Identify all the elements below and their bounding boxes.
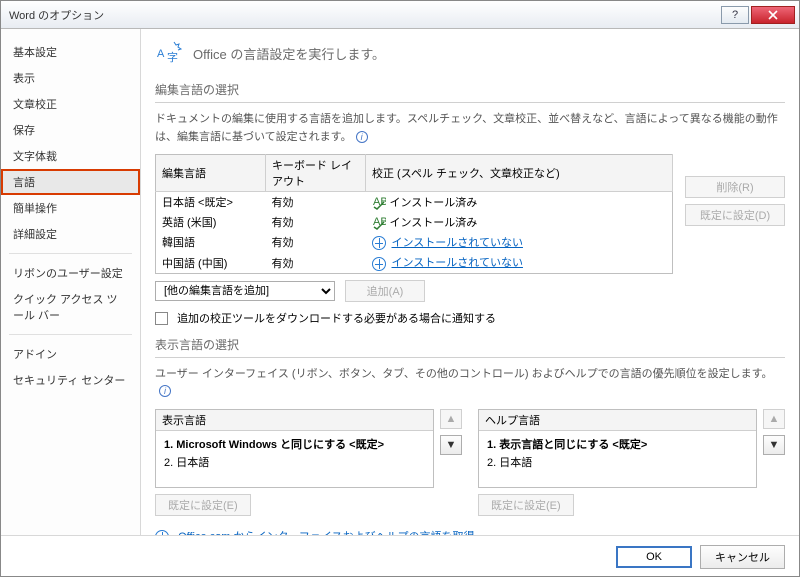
set-default-help-button[interactable]: 既定に設定(E) (478, 494, 574, 516)
globe-icon (372, 257, 386, 271)
notify-checkbox[interactable] (155, 312, 168, 325)
language-priority-item[interactable]: 1. Microsoft Windows と同じにする <既定> (164, 435, 425, 453)
help-language-head: ヘルプ言語 (479, 410, 756, 431)
col-edit-lang[interactable]: 編集言語 (156, 155, 266, 192)
language-priority-item[interactable]: 2. 日本語 (164, 453, 425, 471)
language-name: 英語 (米国) (156, 212, 266, 232)
proofing-status: インストールされていない (366, 252, 673, 273)
sidebar-item[interactable]: アドイン (1, 341, 140, 367)
info-icon[interactable]: i (159, 385, 171, 397)
svg-text:A: A (157, 48, 165, 60)
proofing-install-link[interactable]: インストールされていない (392, 257, 523, 269)
language-name: 中国語 (中国) (156, 252, 266, 273)
move-down-display-button[interactable]: ▼ (440, 435, 462, 455)
col-proofing[interactable]: 校正 (スペル チェック、文章校正など) (366, 155, 673, 192)
help-language-list[interactable]: ヘルプ言語 1. 表示言語と同じにする <既定>2. 日本語 (478, 409, 757, 488)
proofing-status: ABCインストール済み (366, 192, 673, 213)
sidebar: 基本設定表示文章校正保存文字体裁言語簡単操作詳細設定 リボンのユーザー設定クイッ… (1, 29, 141, 535)
sidebar-item[interactable]: セキュリティ センター (1, 367, 140, 393)
display-language-head: 表示言語 (156, 410, 433, 431)
titlebar: Word のオプション ? (1, 1, 799, 29)
move-up-help-button[interactable]: ▲ (763, 409, 785, 429)
svg-text:字: 字 (167, 50, 178, 64)
section-title-display: 表示言語の選択 (155, 336, 785, 353)
dialog-footer: OK キャンセル (1, 535, 799, 577)
globe-icon (372, 236, 386, 250)
display-language-list[interactable]: 表示言語 1. Microsoft Windows と同じにする <既定>2. … (155, 409, 434, 488)
language-row[interactable]: 英語 (米国)有効ABCインストール済み (156, 212, 673, 232)
close-button[interactable] (751, 6, 795, 24)
sidebar-item[interactable]: 表示 (1, 65, 140, 91)
ok-button[interactable]: OK (616, 546, 692, 568)
office-com-link[interactable]: Office.com からインターフェイスおよびヘルプの言語を取得 (178, 531, 474, 535)
language-name: 日本語 <既定> (156, 192, 266, 213)
edit-lang-desc: ドキュメントの編集に使用する言語を追加します。スペルチェック、文章校正、並べ替え… (155, 111, 785, 146)
col-keyboard[interactable]: キーボード レイアウト (266, 155, 366, 192)
proofing-status: インストールされていない (366, 232, 673, 252)
edit-language-table: 編集言語 キーボード レイアウト 校正 (スペル チェック、文章校正など) 日本… (155, 154, 673, 273)
sidebar-separator (9, 334, 132, 335)
sidebar-item[interactable]: リボンのユーザー設定 (1, 260, 140, 286)
sidebar-item[interactable]: 基本設定 (1, 39, 140, 65)
proofing-status: ABCインストール済み (366, 212, 673, 232)
notify-label: 追加の校正ツールをダウンロードする必要がある場合に通知する (177, 313, 496, 325)
sidebar-item[interactable]: 文章校正 (1, 91, 140, 117)
set-default-display-button[interactable]: 既定に設定(E) (155, 494, 251, 516)
language-name: 韓国語 (156, 232, 266, 252)
move-down-help-button[interactable]: ▼ (763, 435, 785, 455)
content-pane: A字 Office の言語設定を実行します。 編集言語の選択 ドキュメントの編集… (141, 29, 799, 535)
sidebar-item[interactable]: 言語 (1, 169, 140, 195)
help-button[interactable]: ? (721, 6, 749, 24)
page-header: Office の言語設定を実行します。 (193, 44, 385, 63)
keyboard-status: 有効 (266, 252, 366, 273)
keyboard-status: 有効 (266, 212, 366, 232)
sidebar-item[interactable]: 詳細設定 (1, 221, 140, 247)
language-priority-item[interactable]: 2. 日本語 (487, 453, 748, 471)
keyboard-status: 有効 (266, 232, 366, 252)
info-icon[interactable]: i (356, 131, 368, 143)
language-row[interactable]: 中国語 (中国)有効 インストールされていない (156, 252, 673, 273)
remove-language-button[interactable]: 削除(R) (685, 176, 785, 198)
language-row[interactable]: 日本語 <既定>有効ABCインストール済み (156, 192, 673, 213)
language-priority-item[interactable]: 1. 表示言語と同じにする <既定> (487, 435, 748, 453)
close-icon (768, 10, 778, 20)
sidebar-item[interactable]: 簡単操作 (1, 195, 140, 221)
sidebar-separator (9, 253, 132, 254)
section-title-edit: 編集言語の選択 (155, 81, 785, 98)
window-title: Word のオプション (5, 7, 719, 23)
add-language-select[interactable]: [他の編集言語を追加] (155, 281, 335, 301)
move-up-display-button[interactable]: ▲ (440, 409, 462, 429)
language-header-icon: A字 (155, 39, 183, 67)
sidebar-item[interactable]: クイック アクセス ツール バー (1, 286, 140, 328)
keyboard-status: 有効 (266, 192, 366, 213)
set-default-edit-button[interactable]: 既定に設定(D) (685, 204, 785, 226)
sidebar-item[interactable]: 文字体裁 (1, 143, 140, 169)
proofing-install-link[interactable]: インストールされていない (392, 237, 523, 249)
sidebar-item[interactable]: 保存 (1, 117, 140, 143)
globe-icon (155, 530, 169, 535)
add-language-button[interactable]: 追加(A) (345, 280, 425, 302)
cancel-button[interactable]: キャンセル (700, 545, 785, 569)
language-row[interactable]: 韓国語有効 インストールされていない (156, 232, 673, 252)
display-lang-desc: ユーザー インターフェイス (リボン、ボタン、タブ、その他のコントロール) およ… (155, 366, 785, 401)
